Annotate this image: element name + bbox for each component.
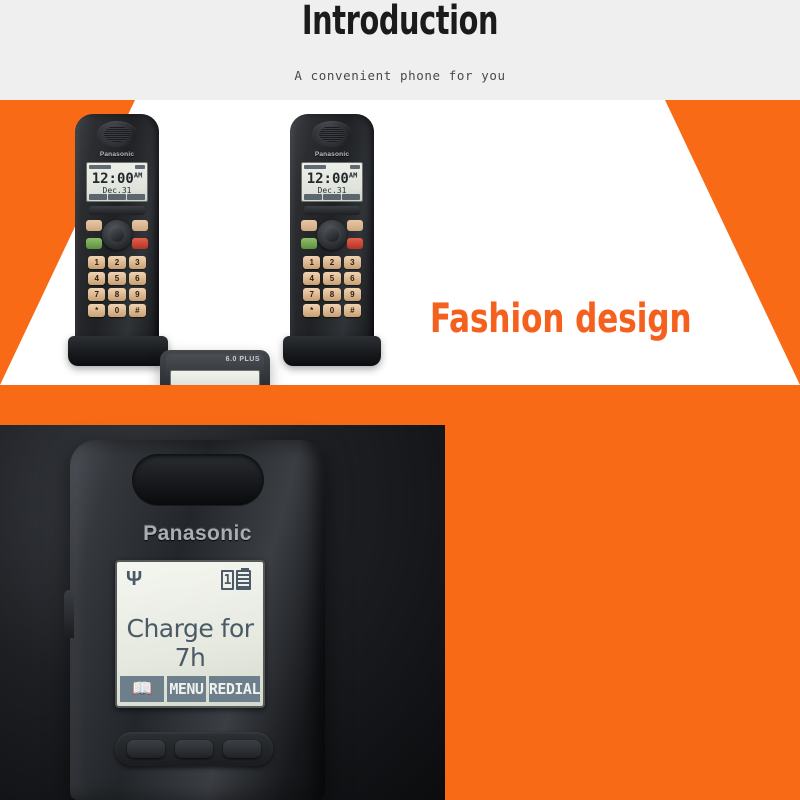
key-star[interactable]: * <box>303 304 321 317</box>
key-8[interactable]: 8 <box>108 288 126 301</box>
handset-left-cradle <box>68 336 168 366</box>
closeup-softkey-row[interactable] <box>115 732 273 766</box>
handset-left-keypad[interactable]: 1 2 3 4 5 6 7 8 9 * 0 # <box>88 256 146 317</box>
key-8[interactable]: 8 <box>323 288 341 301</box>
handset-left-flash-key[interactable] <box>132 220 148 231</box>
battery-icon <box>236 568 251 590</box>
closeup-softkey-left[interactable] <box>127 740 165 758</box>
orange-wedge-right <box>665 100 800 385</box>
key-1[interactable]: 1 <box>88 256 106 269</box>
closeup-earpiece <box>131 454 264 506</box>
base-station: 6.0 PLUS Panasonic <box>160 350 270 385</box>
key-1[interactable]: 1 <box>303 256 321 269</box>
handset-closeup-photo: Panasonic Ψ 1 Charge for 7h 📖 MENU REDIA… <box>0 425 445 800</box>
key-9[interactable]: 9 <box>128 288 146 301</box>
fashion-design-headline: Fashion design <box>430 296 692 342</box>
lcd-softkey-bar: 📖 MENU REDIAL <box>120 676 261 702</box>
key-star[interactable]: * <box>88 304 106 317</box>
handset-right-brand: Panasonic <box>314 151 350 158</box>
key-0[interactable]: 0 <box>108 304 126 317</box>
key-hash[interactable]: # <box>343 304 361 317</box>
handset-right-lcd-softkeys <box>304 194 360 200</box>
key-9[interactable]: 9 <box>343 288 361 301</box>
phonebook-icon[interactable]: 📖 <box>120 676 164 702</box>
handset-right-lcd: 12:00AM Dec.31 <box>301 162 363 202</box>
closeup-softkey-right[interactable] <box>223 740 261 758</box>
handset-right-function-key[interactable] <box>304 206 360 215</box>
lcd-time-value: 12:00 <box>91 171 134 187</box>
antenna-icon: Ψ <box>126 568 143 590</box>
key-2[interactable]: 2 <box>323 256 341 269</box>
closeup-side-button[interactable] <box>64 590 74 638</box>
large-screen-display-section: Panasonic Ψ 1 Charge for 7h 📖 MENU REDIA… <box>0 385 800 800</box>
base-station-dect-label: 6.0 PLUS <box>225 356 260 363</box>
lcd-meridiem: AM <box>133 171 143 180</box>
lcd-message: Charge for 7h <box>126 614 254 672</box>
handset-right-nav-ring[interactable] <box>317 220 347 250</box>
handset-left-brand: Panasonic <box>99 151 135 158</box>
handset-right-off-key[interactable] <box>347 238 363 249</box>
battery-status-group: 1 <box>221 568 255 592</box>
handset-right-flash-key[interactable] <box>347 220 363 231</box>
key-6[interactable]: 6 <box>128 272 146 285</box>
key-hash[interactable]: # <box>128 304 146 317</box>
handset-left-lcd-softkeys <box>89 194 145 200</box>
closeup-brand: Panasonic <box>143 522 252 545</box>
key-6[interactable]: 6 <box>343 272 361 285</box>
handset-right-earpiece <box>312 121 352 147</box>
key-5[interactable]: 5 <box>108 272 126 285</box>
product-introduction-page: Introduction A convenient phone for you … <box>0 0 800 800</box>
handset-right-speaker-key[interactable] <box>301 220 317 231</box>
softkey-redial[interactable]: REDIAL <box>208 676 261 702</box>
handset-right-keypad[interactable]: 1 2 3 4 5 6 7 8 9 * 0 # <box>303 256 361 317</box>
key-3[interactable]: 3 <box>343 256 361 269</box>
key-0[interactable]: 0 <box>323 304 341 317</box>
handset-left-speaker-key[interactable] <box>86 220 102 231</box>
handset-left-lcd-time: 12:00AM <box>87 172 147 186</box>
handset-right: Panasonic 12:00AM Dec.31 1 2 3 4 5 6 7 8… <box>290 114 374 354</box>
header-band: Introduction A convenient phone for you <box>0 0 800 100</box>
key-5[interactable]: 5 <box>323 272 341 285</box>
key-2[interactable]: 2 <box>108 256 126 269</box>
base-station-display <box>170 370 260 385</box>
handset-number-icon: 1 <box>221 570 234 590</box>
key-3[interactable]: 3 <box>128 256 146 269</box>
key-7[interactable]: 7 <box>88 288 106 301</box>
closeup-softkey-middle[interactable] <box>175 740 213 758</box>
handset-left-off-key[interactable] <box>132 238 148 249</box>
key-4[interactable]: 4 <box>303 272 321 285</box>
handset-left-nav-ring[interactable] <box>102 220 132 250</box>
handset-right-lcd-status <box>304 164 360 169</box>
page-title: Introduction <box>301 0 499 44</box>
handset-left: Panasonic 12:00AM Dec.31 1 2 3 4 5 6 7 8… <box>75 114 159 354</box>
key-4[interactable]: 4 <box>88 272 106 285</box>
handset-left-earpiece <box>97 121 137 147</box>
handset-left-function-key[interactable] <box>89 206 145 215</box>
closeup-handset-body: Panasonic Ψ 1 Charge for 7h 📖 MENU REDIA… <box>64 440 325 800</box>
handset-right-talk-key[interactable] <box>301 238 317 249</box>
handset-left-lcd: 12:00AM Dec.31 <box>86 162 148 202</box>
lcd-time-value: 12:00 <box>306 171 349 187</box>
handset-left-lcd-status <box>89 164 145 169</box>
lcd-meridiem: AM <box>348 171 358 180</box>
page-subtitle: A convenient phone for you <box>294 68 506 83</box>
handset-right-lcd-time: 12:00AM <box>302 172 362 186</box>
key-7[interactable]: 7 <box>303 288 321 301</box>
fashion-design-section: Panasonic 12:00AM Dec.31 1 2 3 4 5 6 7 8… <box>0 100 800 385</box>
softkey-menu[interactable]: MENU <box>167 676 206 702</box>
handset-left-talk-key[interactable] <box>86 238 102 249</box>
closeup-lcd-screen: Ψ 1 Charge for 7h 📖 MENU REDIAL <box>115 560 265 708</box>
handset-right-cradle <box>283 336 381 366</box>
